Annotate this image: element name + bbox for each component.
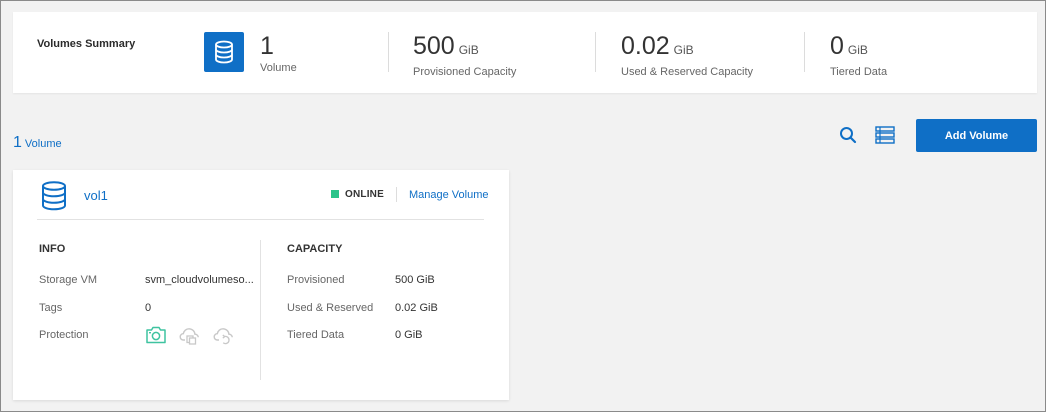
database-icon: [41, 181, 67, 211]
stat-label: Used & Reserved Capacity: [621, 66, 754, 78]
storage-vm-label: Storage VM: [39, 274, 98, 286]
stat-used-reserved-capacity: 0.02 GiB Used & Reserved Capacity: [621, 32, 753, 78]
tiered-data-label: Tiered Data: [287, 329, 345, 341]
volume-name-link[interactable]: vol1: [84, 188, 108, 203]
list-view-icon[interactable]: [875, 126, 895, 144]
protection-label: Protection: [39, 329, 89, 341]
volume-count: 1 Volume: [13, 134, 62, 152]
tags-value: 0: [145, 302, 152, 314]
stat-unit: GiB: [458, 43, 479, 57]
stat-value: 0: [830, 32, 844, 60]
stat-value: 500: [413, 32, 455, 60]
snapshot-camera-icon[interactable]: [145, 325, 167, 345]
stat-unit: GiB: [673, 43, 694, 57]
stat-divider: [388, 32, 389, 72]
add-volume-button[interactable]: Add Volume: [916, 119, 1037, 152]
stat-divider: [595, 32, 596, 72]
stat-label: Provisioned Capacity: [413, 66, 517, 78]
provisioned-label: Provisioned: [287, 274, 345, 286]
used-reserved-label: Used & Reserved: [287, 302, 374, 314]
stat-provisioned-capacity: 500 GiB Provisioned Capacity: [413, 32, 516, 78]
tags-label: Tags: [39, 302, 63, 314]
capacity-section-title: CAPACITY: [287, 243, 343, 255]
cloud-backup-icon[interactable]: [213, 325, 235, 345]
stat-volume-count: 1 Volume: [260, 32, 297, 74]
database-icon: [204, 32, 244, 72]
volume-status: ONLINE: [345, 189, 384, 200]
stat-label: Tiered Data: [830, 66, 888, 78]
provisioned-value: 500 GiB: [395, 274, 435, 286]
summary-title: Volumes Summary: [37, 38, 136, 50]
search-icon[interactable]: [839, 126, 857, 144]
stat-value: 0.02: [621, 32, 670, 60]
volumes-summary-panel: Volumes Summary 1 Volume 500 GiB Provisio…: [13, 12, 1037, 93]
card-divider: [37, 219, 484, 220]
column-divider: [260, 240, 261, 380]
storage-vm-value: svm_cloudvolumeso...: [145, 274, 254, 286]
info-section-title: INFO: [39, 243, 66, 255]
tiered-data-value: 0 GiB: [395, 329, 423, 341]
volume-count-label: Volume: [24, 138, 62, 150]
stat-unit: GiB: [847, 43, 868, 57]
online-status-indicator: [331, 190, 339, 198]
stat-label: Volume: [260, 62, 297, 74]
volume-count-number: 1: [13, 134, 22, 151]
stat-value: 1: [260, 32, 274, 60]
stat-tiered-data: 0 GiB Tiered Data: [830, 32, 887, 78]
header-divider: [396, 187, 397, 202]
manage-volume-link[interactable]: Manage Volume: [409, 189, 489, 201]
cloud-replication-icon[interactable]: [179, 325, 201, 345]
stat-divider: [804, 32, 805, 72]
volume-card: vol1 ONLINE Manage Volume INFO Storage V…: [13, 170, 509, 400]
used-reserved-value: 0.02 GiB: [395, 302, 438, 314]
